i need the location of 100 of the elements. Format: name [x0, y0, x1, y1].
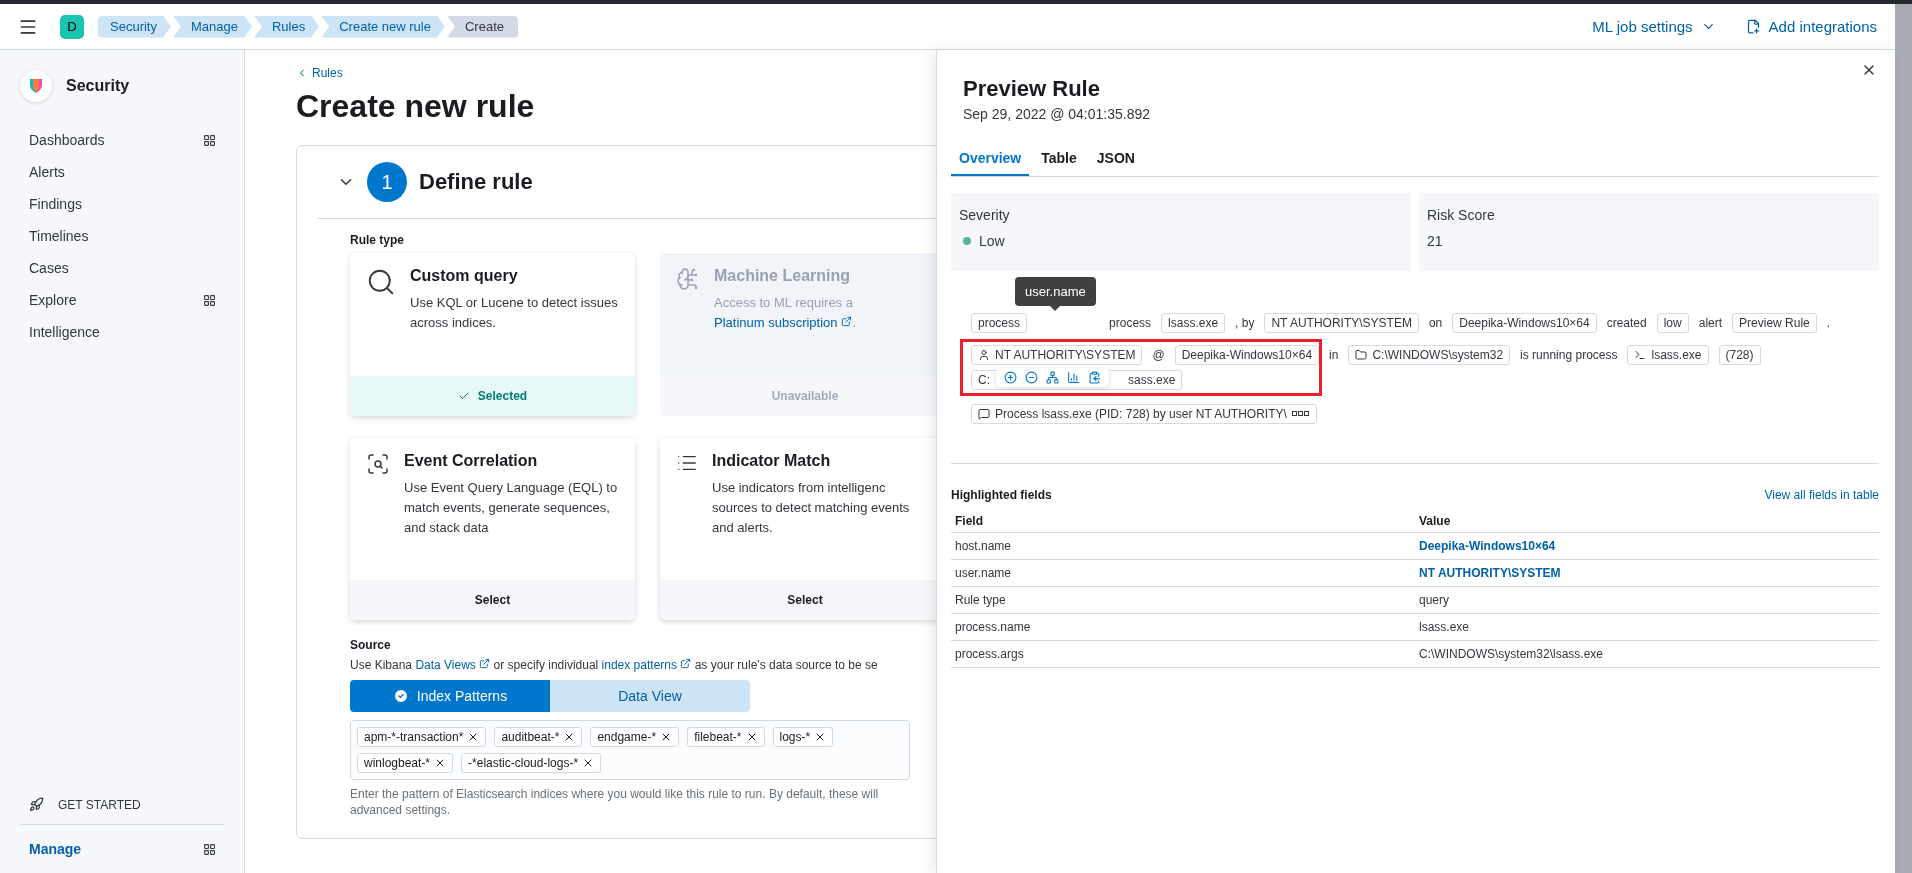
step-number: 1	[367, 162, 407, 202]
bar-chart-icon[interactable]	[1067, 371, 1080, 384]
page-title: Create new rule	[296, 88, 536, 125]
rule-type-card[interactable]: Event Correlation Use Event Query Language (EQL) to match events, generate sequences, and stack data Select	[350, 438, 635, 620]
breadcrumb[interactable]: Create new rule	[321, 15, 445, 38]
scrollbar[interactable]	[1895, 0, 1912, 873]
table-cell: C:\WINDOWS\system32\lsass.exe	[1415, 641, 1879, 668]
value-chip[interactable]: C:\WINDOWS\system32	[1348, 345, 1511, 365]
copy-icon[interactable]	[1088, 371, 1101, 384]
summary-text: @	[1152, 348, 1165, 362]
breadcrumb[interactable]: Manage	[172, 15, 252, 38]
step-title: Define rule	[419, 169, 533, 195]
rocket-icon[interactable]	[29, 797, 44, 812]
field-label: Source	[350, 638, 392, 652]
pattern-tag: logs-*	[772, 727, 834, 747]
nav-item[interactable]: Manage	[20, 825, 224, 857]
summary-text: is running process	[1520, 348, 1618, 362]
table-cell: host.name	[951, 533, 1415, 560]
card-select-button[interactable]: Selected	[350, 376, 635, 416]
settings-dropdown[interactable]: ML job settings	[1592, 18, 1716, 35]
folder-icon	[1355, 349, 1368, 361]
card-description: Use indicators from intelligenc sources to detect matching events and alerts.	[712, 479, 911, 537]
grid-icon[interactable]	[203, 842, 216, 856]
value-chip[interactable]: Deepika-Windows10×64	[1452, 313, 1597, 333]
back-link[interactable]: Rules	[296, 66, 936, 80]
nav-item[interactable]: Cases	[20, 252, 224, 284]
value-chip[interactable]: Preview Rule	[1732, 313, 1817, 333]
breadcrumb[interactable]: Rules	[253, 15, 320, 38]
filter-in-icon[interactable]	[1004, 371, 1017, 384]
nav-item[interactable]: Intelligence	[20, 316, 224, 348]
magnifier-icon	[366, 452, 390, 476]
table-cell[interactable]: NT AUTHORITY\SYSTEM	[1415, 560, 1879, 587]
help-text: Use Kibana Data Views or specify individual index patterns as your rule's data source to be se	[350, 658, 879, 672]
add-file-icon[interactable]	[1745, 19, 1761, 34]
value-chip[interactable]: Process lsass.exe (PID: 728) by user NT AUTHORITY\	[971, 404, 1317, 424]
nav-item[interactable]: Timelines	[20, 220, 224, 252]
get-started-link[interactable]: GET STARTED	[20, 797, 224, 825]
terminal-icon	[1634, 349, 1647, 361]
more-icon[interactable]	[1291, 411, 1310, 417]
space-avatar[interactable]: D	[60, 14, 84, 39]
column-header: Field	[951, 510, 1415, 533]
table-cell: lsass.exe	[1415, 614, 1879, 641]
tab[interactable]: Overview	[951, 142, 1030, 176]
text-link[interactable]: index patterns	[601, 658, 692, 672]
tab[interactable]: JSON	[1088, 142, 1143, 176]
help-text: Enter the pattern of Elasticsearch indices where you would like this rule to run. By default, these will advanced settings.	[350, 786, 880, 818]
table-cell: Rule type	[951, 587, 1415, 614]
table-cell[interactable]: Deepika-Windows10×64	[1415, 533, 1879, 560]
table-cell: process.name	[951, 614, 1415, 641]
summary-text: alert	[1698, 316, 1723, 330]
toggle-button[interactable]: Data View	[550, 680, 750, 712]
search-icon	[366, 267, 396, 297]
rule-type-card[interactable]: Indicator Match Use indicators from intelligenc sources to detect matching events and alerts. Select	[660, 438, 936, 620]
table-cell: user.name	[951, 560, 1415, 587]
pattern-tag: endgame-*	[590, 727, 680, 747]
nav-item[interactable]: Findings	[20, 188, 224, 220]
message-icon	[978, 408, 990, 420]
external-link-icon[interactable]	[680, 658, 692, 669]
rule-type-card[interactable]: Custom query Use KQL or Lucene to detect issues across indices. Selected	[350, 253, 635, 416]
tab[interactable]: Table	[1033, 142, 1085, 176]
external-link-icon[interactable]	[479, 658, 491, 669]
value-chip[interactable]: lsass.exe	[1161, 313, 1226, 333]
breadcrumb[interactable]: Security	[98, 15, 171, 38]
value-chip[interactable]: NT AUTHORITY\SYSTEM	[1264, 313, 1419, 333]
card-select-button[interactable]: Select	[660, 580, 936, 620]
grid-icon[interactable]	[203, 133, 216, 147]
external-link-icon[interactable]	[841, 316, 853, 327]
panel-label: Severity	[959, 207, 1011, 223]
nav-item[interactable]: Explore	[20, 284, 224, 316]
nav-item[interactable]: Alerts	[20, 156, 224, 188]
card-description: Access to ML requires a Platinum subscription .	[714, 294, 857, 332]
index-patterns-field[interactable]: apm-*-transaction* auditbeat-* endgame-* filebeat-* logs-* winlogbeat-* -*elastic-cloud-logs-*	[350, 720, 910, 780]
column-header: Value	[1415, 510, 1879, 533]
app-logo	[20, 70, 52, 102]
pattern-tag: auditbeat-*	[494, 727, 583, 747]
panel-label: Risk Score	[1427, 207, 1496, 223]
filter-out-icon[interactable]	[1025, 371, 1038, 384]
network-icon[interactable]	[1046, 371, 1059, 384]
value-chip[interactable]: low	[1656, 313, 1689, 333]
panel-value: 21	[1427, 233, 1444, 249]
card-select-button[interactable]: Select	[350, 580, 635, 620]
value-chip[interactable]: lsass.exe	[1627, 345, 1709, 365]
summary-text: .	[1826, 316, 1831, 330]
text-link[interactable]: Data Views	[415, 658, 491, 672]
field-label: Rule type	[350, 233, 405, 247]
status-dot	[963, 237, 971, 245]
summary-text: created	[1606, 316, 1647, 330]
nav-item[interactable]: Dashboards	[20, 124, 224, 156]
add-integrations-link[interactable]: Add integrations	[1745, 18, 1877, 35]
view-all-link[interactable]: View all fields in table	[1764, 488, 1879, 502]
toggle-button[interactable]: Index Patterns	[350, 680, 550, 712]
value-chip[interactable]: (728)	[1718, 345, 1761, 365]
value-chip[interactable]: C: sass.exe	[971, 370, 1183, 390]
breadcrumb[interactable]: Create	[447, 15, 518, 38]
pattern-tag: -*elastic-cloud-logs-*	[461, 753, 602, 773]
value-chip[interactable]: process	[971, 313, 1028, 333]
value-chip[interactable]: Deepika-Windows10×64	[1174, 345, 1320, 365]
card-title: Machine Learning	[714, 267, 852, 285]
value-chip[interactable]: NT AUTHORITY\SYSTEM	[971, 345, 1143, 365]
grid-icon[interactable]	[203, 293, 216, 307]
